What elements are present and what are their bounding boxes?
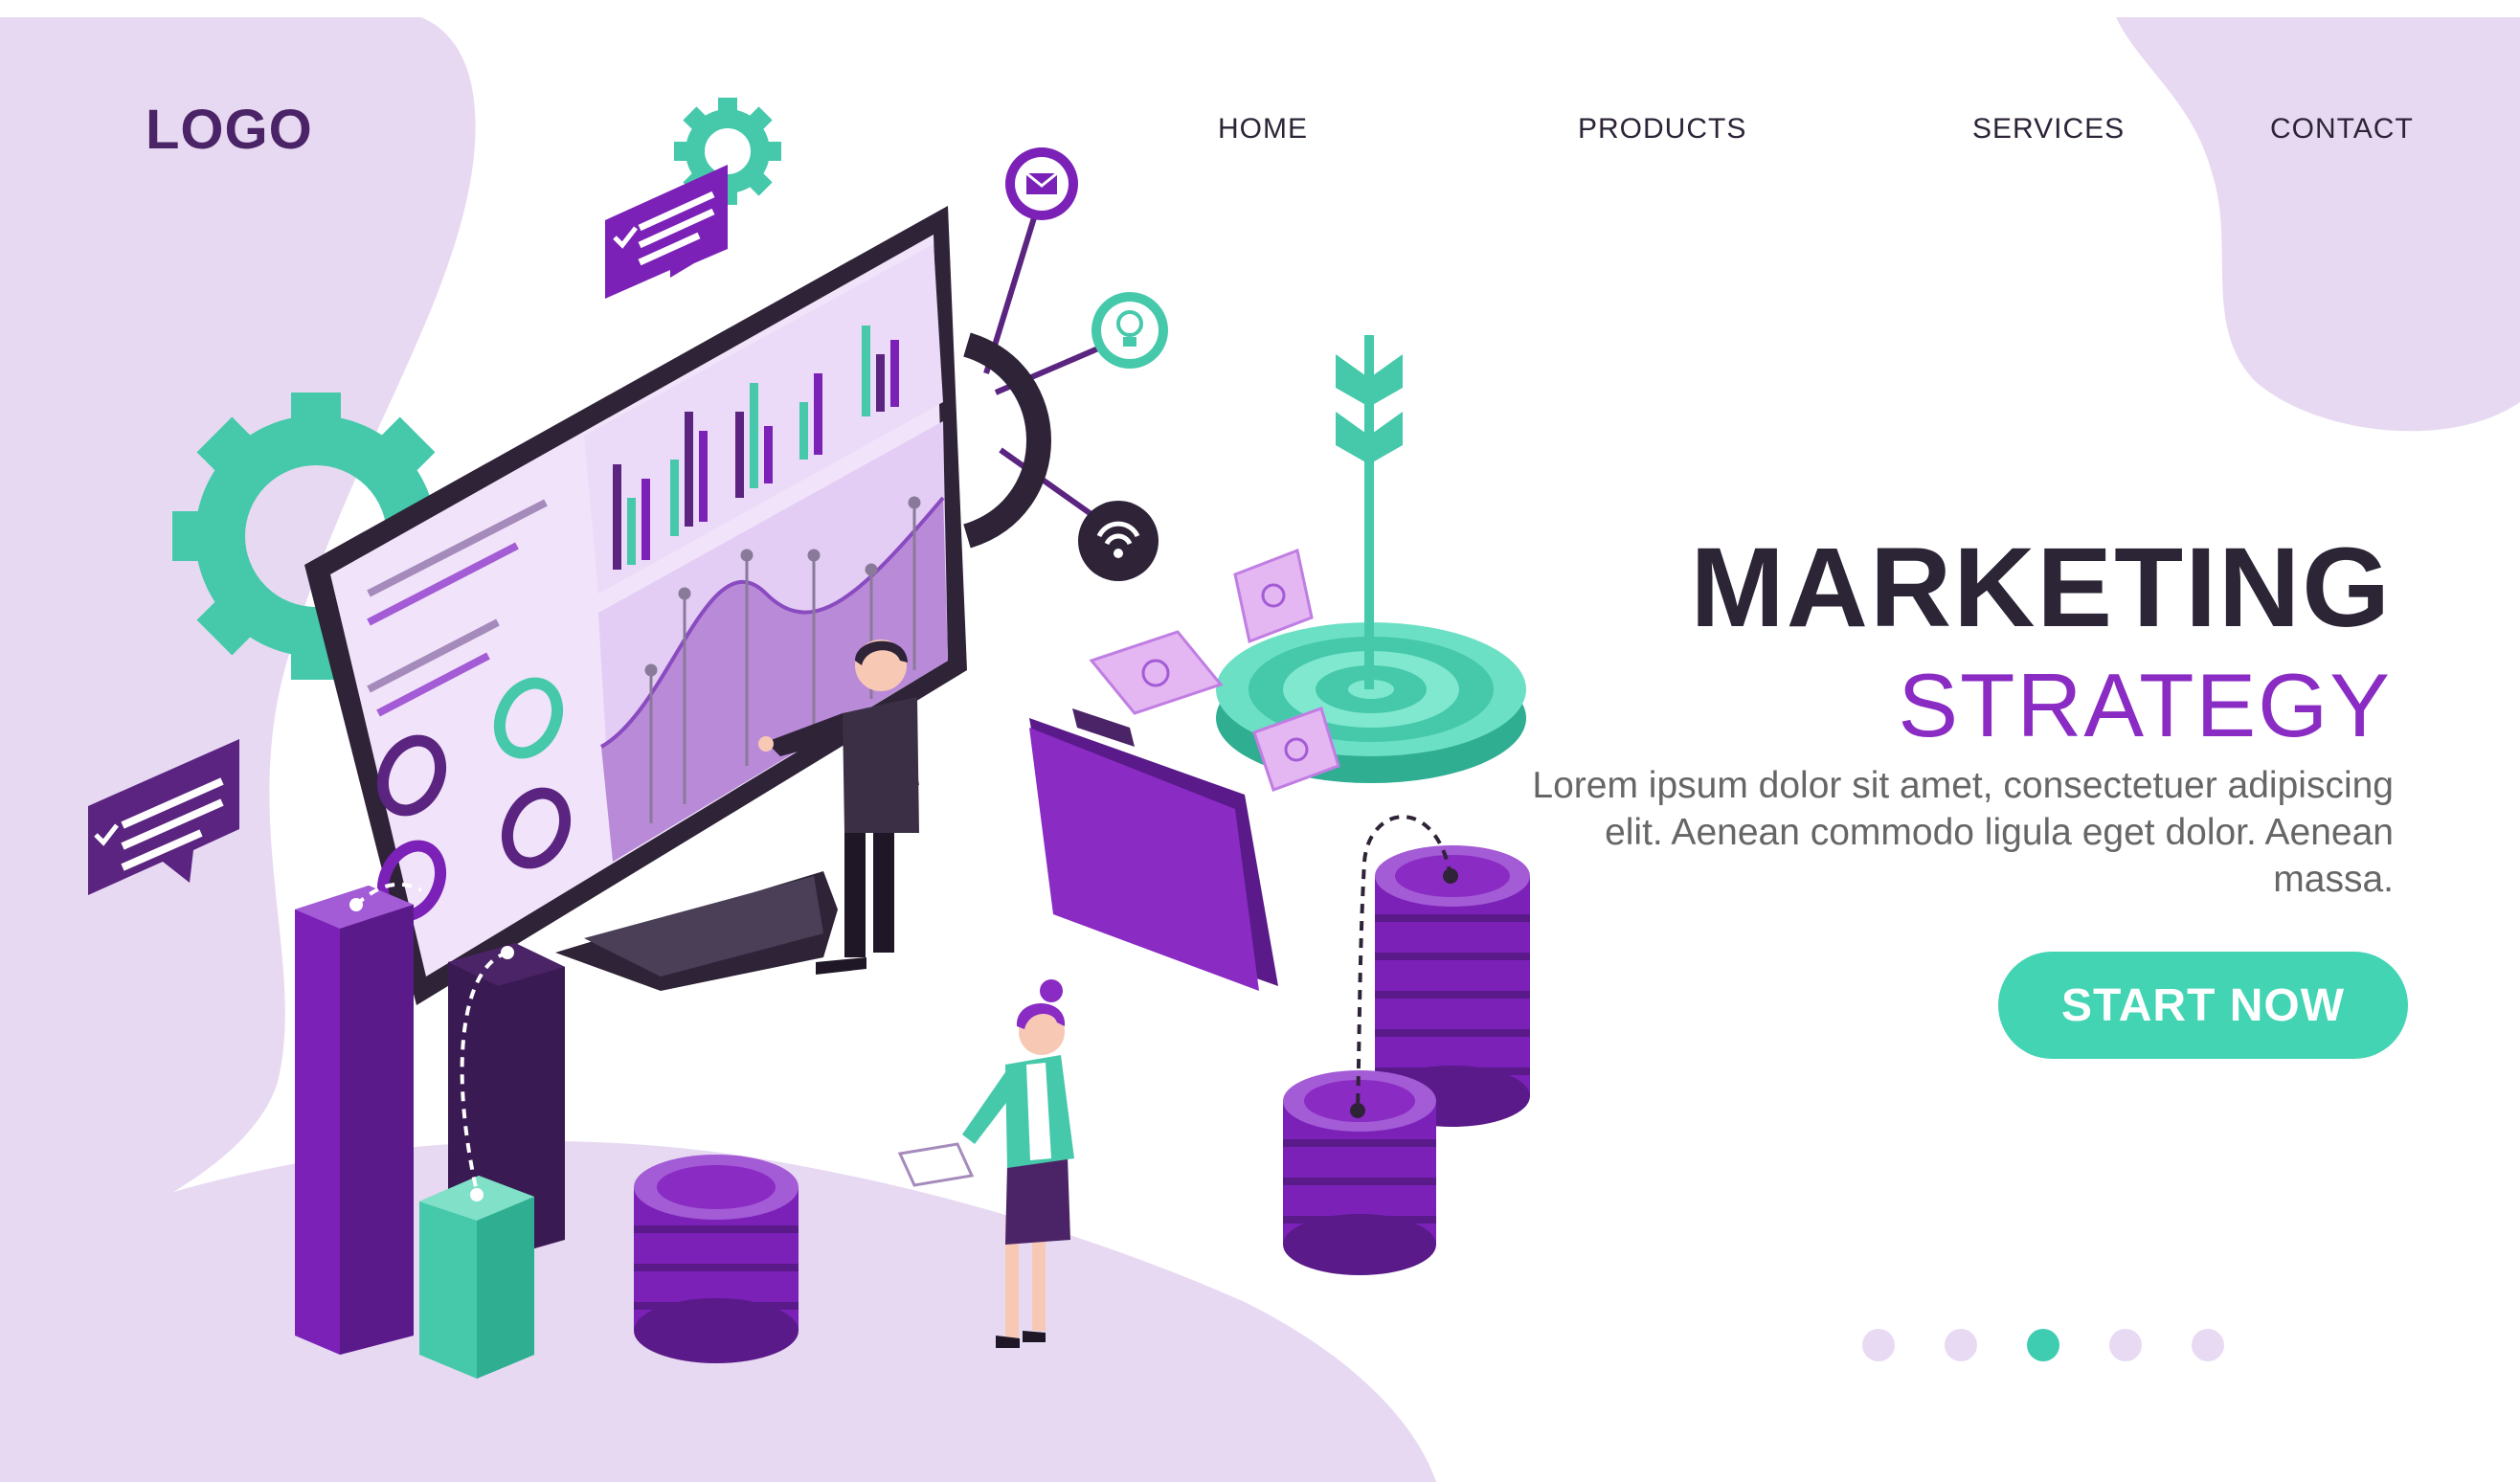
woman-figure [897, 979, 1074, 1348]
lightbulb-icon [1091, 292, 1168, 369]
nav-home[interactable]: HOME [1218, 113, 1308, 146]
wifi-icon [1078, 501, 1159, 581]
hub-ring [962, 332, 1051, 549]
envelope-icon [1005, 147, 1078, 220]
chat-bubble-icon [88, 739, 239, 895]
chat-bubble-icon [605, 165, 728, 299]
start-now-button[interactable]: START NOW [1998, 952, 2408, 1059]
money-bill-icon [1089, 630, 1224, 715]
carousel-dot[interactable] [1945, 1329, 1977, 1361]
carousel-dot[interactable] [2192, 1329, 2224, 1361]
carousel-dot[interactable] [1862, 1329, 1895, 1361]
bar-column [295, 886, 414, 1355]
coin-stack-icon [634, 1155, 799, 1363]
bar-column [419, 1176, 534, 1379]
logo[interactable]: LOGO [146, 98, 313, 162]
landing-page: LOGO HOME PRODUCTS SERVICES CONTACT MARK… [0, 0, 2520, 1482]
nav-products[interactable]: PRODUCTS [1578, 113, 1746, 146]
carousel-dots [1862, 1329, 2224, 1361]
nav-services[interactable]: SERVICES [1972, 113, 2125, 146]
money-bill-icon [1233, 548, 1314, 644]
hero-title: MARKETING [1690, 525, 2392, 651]
nav-contact[interactable]: CONTACT [2270, 113, 2414, 146]
hero-description: Lorem ipsum dolor sit amet, consectetuer… [1532, 765, 2394, 900]
carousel-dot[interactable] [2027, 1329, 2059, 1361]
hero-subtitle: STRATEGY [1898, 655, 2392, 755]
carousel-dot[interactable] [2109, 1329, 2142, 1361]
